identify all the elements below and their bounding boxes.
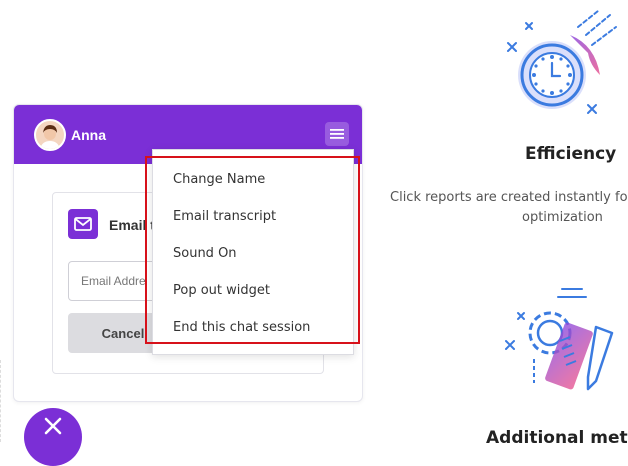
page-edge-divider (0, 360, 7, 442)
feature-desc-efficiency-line2: optimization (522, 210, 603, 225)
agent-avatar (34, 119, 66, 151)
feature-title-efficiency: Efficiency (525, 144, 617, 164)
envelope-icon (68, 209, 98, 239)
menu-icon (330, 129, 344, 139)
menu-item-sound-on[interactable]: Sound On (173, 246, 237, 261)
feature-desc-efficiency-line1: Click reports are created instantly for (390, 190, 628, 205)
close-icon (44, 417, 62, 435)
chat-options-menu: Change Name Email transcript Sound On Po… (152, 149, 354, 355)
menu-item-change-name[interactable]: Change Name (173, 172, 265, 187)
agent-name: Anna (71, 127, 106, 143)
email-card-title: Email t (109, 217, 155, 233)
clock-icon (507, 10, 617, 114)
chat-menu-button[interactable] (325, 122, 349, 146)
gear-ruler-icon (505, 288, 614, 391)
menu-item-pop-out-widget[interactable]: Pop out widget (173, 283, 270, 298)
menu-item-end-chat-session[interactable]: End this chat session (173, 320, 310, 335)
close-chat-button[interactable] (24, 408, 82, 466)
feature-title-additional-metrics: Additional metr (486, 428, 628, 448)
menu-item-email-transcript[interactable]: Email transcript (173, 209, 276, 224)
